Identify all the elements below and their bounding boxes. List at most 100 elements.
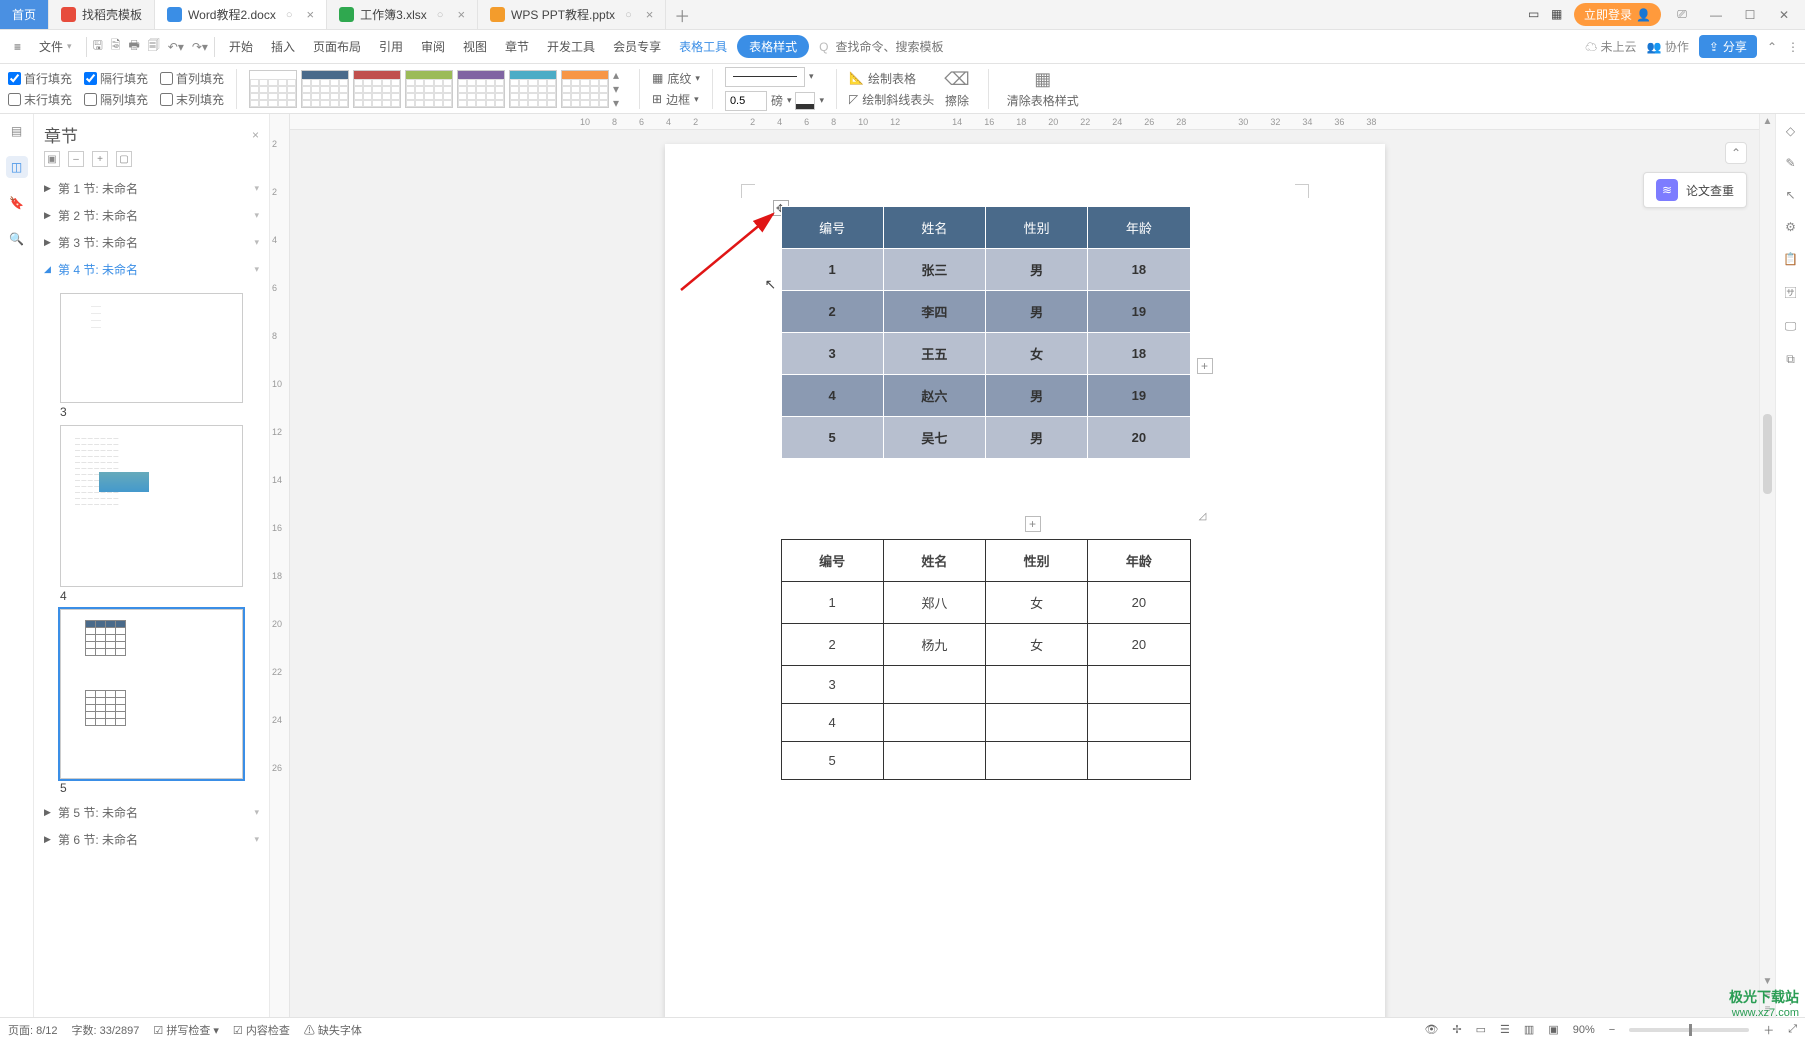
- table-cell[interactable]: 1: [781, 249, 883, 291]
- table-cell[interactable]: 20: [1088, 582, 1190, 624]
- chk-banded-col[interactable]: 隔列填充: [84, 91, 148, 108]
- scroll-up-icon[interactable]: ▲: [1760, 116, 1775, 127]
- menu-view[interactable]: 视图: [455, 38, 495, 55]
- apps-icon[interactable]: ▦: [1551, 7, 1566, 22]
- table-style-swatch[interactable]: [249, 70, 297, 108]
- table-style-swatch[interactable]: [353, 70, 401, 108]
- command-search[interactable]: Q: [819, 39, 963, 55]
- table-cell[interactable]: 杨九: [883, 624, 985, 666]
- pin-icon[interactable]: ○: [625, 9, 632, 21]
- table-cell[interactable]: [1088, 704, 1190, 742]
- table-cell[interactable]: [986, 742, 1088, 780]
- page-thumbnail[interactable]: ————————: [60, 293, 243, 403]
- table-cell[interactable]: 18: [1088, 249, 1190, 291]
- zoom-in-button[interactable]: ＋: [1763, 1022, 1774, 1038]
- fullscreen-icon[interactable]: ⤢: [1788, 1023, 1797, 1036]
- view-read-icon[interactable]: ▣: [1548, 1023, 1558, 1036]
- page-thumbnail[interactable]: — — — — — — —— — — — — — —— — — — — — ——…: [60, 425, 243, 587]
- tab-home[interactable]: 首页: [0, 0, 49, 29]
- rail-outline-icon[interactable]: ▤: [6, 120, 28, 142]
- window-compact-icon[interactable]: ⎚: [1669, 7, 1695, 22]
- app-menu-icon[interactable]: ≡: [6, 40, 29, 54]
- table-cell[interactable]: 3: [781, 333, 883, 375]
- table-cell[interactable]: 女: [986, 582, 1088, 624]
- pen-color-button[interactable]: [795, 92, 815, 110]
- table-cell[interactable]: 20: [1088, 417, 1190, 459]
- close-icon[interactable]: ×: [307, 7, 315, 22]
- close-icon[interactable]: ×: [646, 7, 654, 22]
- table-cell[interactable]: [1088, 742, 1190, 780]
- plain-data-table[interactable]: 编号姓名性别年龄 1郑八女202杨九女20345: [781, 539, 1191, 780]
- table-cell[interactable]: [986, 704, 1088, 742]
- menu-member[interactable]: 会员专享: [605, 38, 669, 55]
- window-minimize-icon[interactable]: —: [1703, 8, 1729, 22]
- print-icon[interactable]: 🖶: [128, 36, 139, 57]
- table-style-swatch[interactable]: [301, 70, 349, 108]
- undo-icon[interactable]: ↶▾: [168, 40, 184, 54]
- more-menu-icon[interactable]: ⋮: [1787, 40, 1799, 54]
- view-page-icon[interactable]: ▭: [1476, 1023, 1486, 1036]
- page-thumbnail[interactable]: [60, 609, 243, 779]
- table-cell[interactable]: 1: [781, 582, 883, 624]
- table-style-swatch[interactable]: [561, 70, 609, 108]
- share-button[interactable]: ⇪ 分享: [1699, 35, 1757, 58]
- table-cell[interactable]: 赵六: [883, 375, 985, 417]
- rail-edit-icon[interactable]: ✎: [1785, 156, 1795, 170]
- scroll-thumb[interactable]: [1763, 414, 1772, 494]
- table-cell[interactable]: 2: [781, 624, 883, 666]
- table-header-cell[interactable]: 编号: [781, 540, 883, 582]
- styled-data-table[interactable]: 编号姓名性别年龄 1张三男182李四男193王五女184赵六男195吴七男20: [781, 206, 1191, 459]
- table-header-cell[interactable]: 年龄: [1088, 540, 1190, 582]
- draw-table-button[interactable]: 📐绘制表格: [849, 70, 934, 87]
- status-spellcheck[interactable]: ☑ 拼写检查 ▾: [153, 1022, 219, 1038]
- vertical-scrollbar[interactable]: ▲ ▼ ≡ ≡: [1759, 114, 1775, 1017]
- rail-select-icon[interactable]: ↖: [1785, 188, 1795, 202]
- rail-search-icon[interactable]: 🔍: [6, 228, 28, 250]
- table-cell[interactable]: [986, 666, 1088, 704]
- table-cell[interactable]: 王五: [883, 333, 985, 375]
- table-header-cell[interactable]: 年龄: [1088, 207, 1190, 249]
- table-cell[interactable]: 3: [781, 666, 883, 704]
- menu-dev[interactable]: 开发工具: [539, 38, 603, 55]
- collab-button[interactable]: 👥 协作: [1647, 38, 1689, 55]
- shading-button[interactable]: ▦底纹▾: [652, 70, 700, 87]
- tool-add-icon[interactable]: +: [92, 151, 108, 167]
- login-button[interactable]: 立即登录👤: [1574, 3, 1661, 26]
- status-words[interactable]: 字数: 33/2897: [72, 1022, 140, 1038]
- table-cell[interactable]: [883, 742, 985, 780]
- status-page[interactable]: 页面: 8/12: [8, 1022, 58, 1038]
- rail-translate-icon[interactable]: 🈂: [1784, 284, 1796, 301]
- tab-doc-word[interactable]: Word教程2.docx ○ ×: [155, 0, 327, 29]
- pin-icon[interactable]: ○: [437, 9, 444, 21]
- table-add-col-button[interactable]: +: [1197, 358, 1213, 374]
- table-style-swatch[interactable]: [509, 70, 557, 108]
- panel-close-icon[interactable]: ×: [252, 128, 259, 142]
- section-item[interactable]: ▶第 5 节: 未命名▾: [34, 799, 269, 826]
- zoom-slider[interactable]: [1629, 1028, 1749, 1032]
- close-icon[interactable]: ×: [457, 7, 465, 22]
- table-header-cell[interactable]: 姓名: [883, 207, 985, 249]
- tab-add-button[interactable]: ＋: [666, 0, 698, 29]
- menu-table-style[interactable]: 表格样式: [737, 35, 809, 58]
- table-cell[interactable]: 女: [986, 333, 1088, 375]
- table-cell[interactable]: 男: [986, 249, 1088, 291]
- draw-diagonal-button[interactable]: ◸绘制斜线表头: [849, 91, 934, 108]
- save-icon[interactable]: 🖫: [93, 36, 103, 57]
- table-cell[interactable]: 2: [781, 291, 883, 333]
- quick-print-icon[interactable]: 🗐: [148, 36, 160, 57]
- menu-review[interactable]: 审阅: [413, 38, 453, 55]
- cloud-status[interactable]: ☁ 未上云: [1585, 38, 1636, 55]
- ribbon-collapse-icon[interactable]: ⌃: [1767, 40, 1777, 54]
- status-focus-icon[interactable]: ✢: [1452, 1023, 1461, 1036]
- zoom-value[interactable]: 90%: [1573, 1024, 1595, 1036]
- chk-last-row[interactable]: 末行填充: [8, 91, 72, 108]
- table-cell[interactable]: 男: [986, 291, 1088, 333]
- menu-start[interactable]: 开始: [221, 38, 261, 55]
- section-item[interactable]: ▶第 3 节: 未命名▾: [34, 229, 269, 256]
- table-resize-handle[interactable]: ◿: [1195, 508, 1211, 524]
- menu-insert[interactable]: 插入: [263, 38, 303, 55]
- border-button[interactable]: ⊞边框▾: [652, 91, 700, 108]
- document-scroll[interactable]: 108642 24681012 1416182022242628 3032343…: [290, 114, 1759, 1017]
- table-cell[interactable]: 张三: [883, 249, 985, 291]
- eraser-button[interactable]: ⌫擦除: [938, 69, 975, 109]
